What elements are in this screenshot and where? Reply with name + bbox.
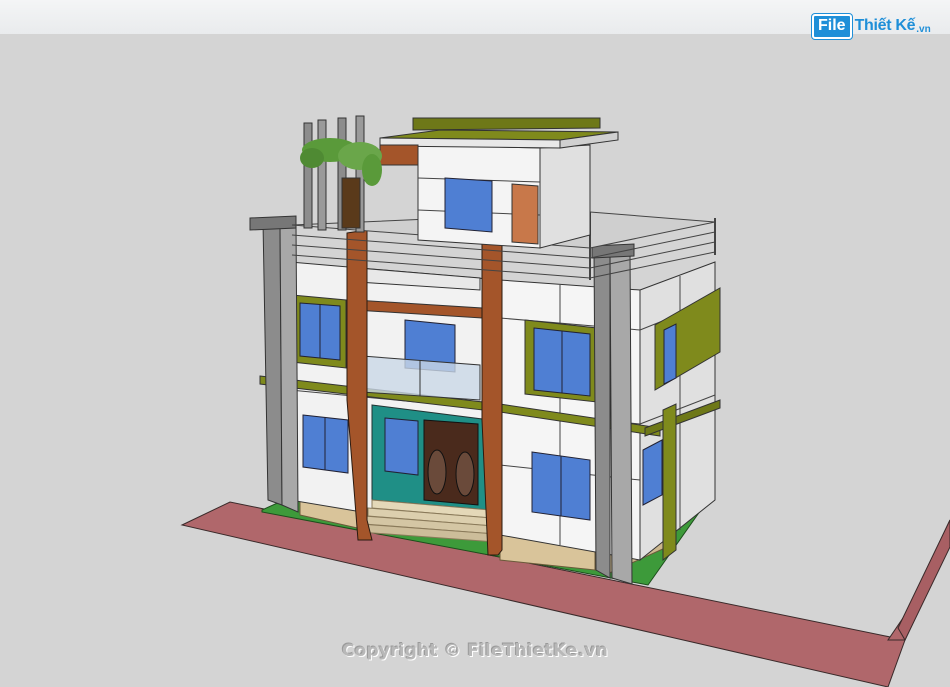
window-lower-left xyxy=(302,414,349,474)
rooftop-door xyxy=(511,183,539,245)
brand-logo: File Thiết Kế .vn xyxy=(812,12,931,40)
brand-logo-name: Thiết Kế xyxy=(854,17,916,34)
pergola xyxy=(303,115,419,233)
rooftop-window xyxy=(444,177,493,233)
3d-viewport[interactable] xyxy=(0,34,950,687)
window-side-lower xyxy=(642,439,663,506)
window-upper-left xyxy=(291,294,347,369)
brand-logo-tld: .vn xyxy=(916,23,931,35)
modeling-app-window: File Thiết Kế .vn Copyright © FileThietK… xyxy=(0,0,950,687)
window-upper-right xyxy=(524,319,598,403)
sidewalk-right xyxy=(887,519,950,641)
toolbar-strip xyxy=(0,0,950,35)
brand-logo-file: File xyxy=(812,13,852,39)
window-lower-right xyxy=(531,451,591,521)
copyright-watermark: Copyright © FileThietKe.vn xyxy=(341,641,609,661)
house-model-render xyxy=(180,115,950,687)
